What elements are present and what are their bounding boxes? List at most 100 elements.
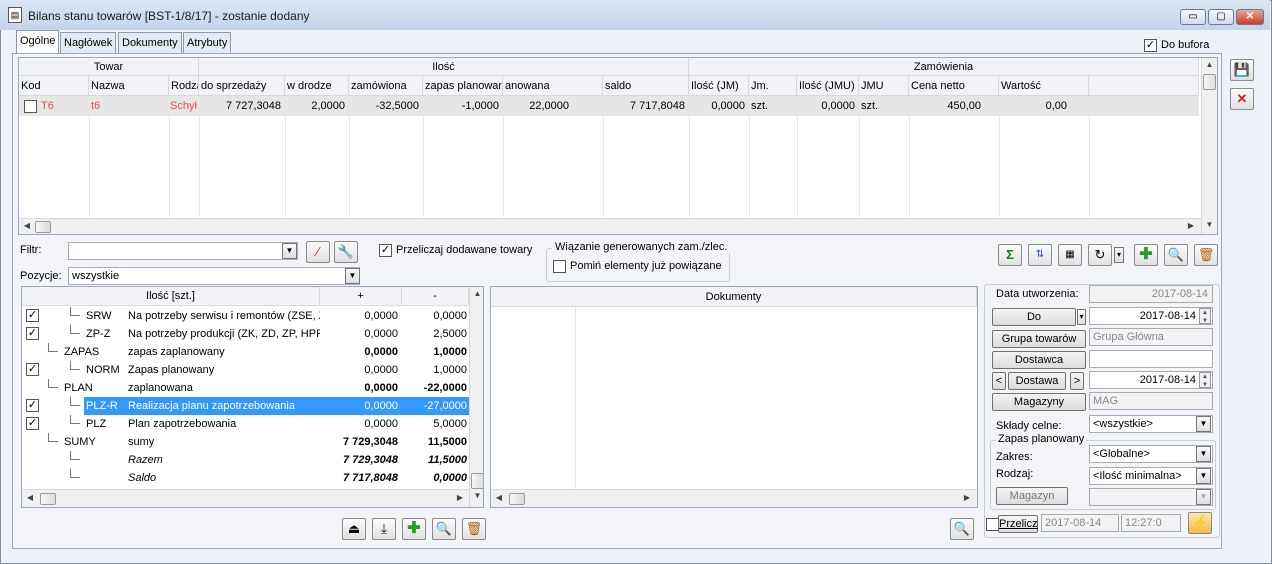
dostawa-prev-button[interactable]: < <box>992 372 1006 390</box>
search-icon[interactable]: 🔍 <box>432 518 456 540</box>
grid-vertical-scrollbar[interactable]: ▲ ▼ <box>1201 58 1217 234</box>
scroll-thumb[interactable] <box>35 221 51 233</box>
scroll-left-icon[interactable]: ◀ <box>21 221 33 233</box>
cancel-icon[interactable]: ✕ <box>1230 88 1254 110</box>
col-jmu[interactable]: JMU <box>859 76 909 96</box>
tree-row[interactable]: Razem 7 729,3048 11,5000 <box>22 451 469 469</box>
tree-row-checkbox[interactable]: ✓ <box>26 417 39 430</box>
dostawa-next-button[interactable]: > <box>1070 372 1084 390</box>
pomin-checkbox[interactable] <box>553 260 566 273</box>
scroll-thumb[interactable] <box>1203 74 1216 90</box>
tab-dokumenty[interactable]: Dokumenty <box>118 32 182 53</box>
tab-ogolne[interactable]: Ogólne <box>16 30 60 53</box>
chevron-down-icon[interactable]: ▼ <box>1196 416 1211 432</box>
search-icon[interactable]: 🔍 <box>950 518 974 540</box>
dostawca-field[interactable] <box>1089 350 1213 368</box>
tree-row[interactable]: ✓ PLZ Plan zapotrzebowania 0,0000 5,0000 <box>22 415 469 433</box>
grid-horizontal-scrollbar[interactable]: ◀ ▶ <box>19 218 1201 234</box>
chevron-down-icon[interactable]: ▼ <box>1196 446 1211 462</box>
tree-row[interactable]: ✓ ZP-Z Na potrzeby produkcji (ZK, ZD, ZP, … <box>22 325 469 343</box>
tree-row[interactable]: ✓ NORM Zapas planowany 0,0000 1,0000 <box>22 361 469 379</box>
scroll-thumb[interactable] <box>471 473 483 489</box>
tree-row[interactable]: PLAN zaplanowana 0,0000 -22,0000 <box>22 379 469 397</box>
col-do-sprzedazy[interactable]: do sprzedaży <box>199 76 285 96</box>
magazyny-button[interactable]: Magazyny <box>992 393 1086 411</box>
link-icon[interactable]: ↻ <box>1088 244 1112 266</box>
scroll-right-icon[interactable]: ▶ <box>1185 221 1197 233</box>
przeliczaj-checkbox[interactable]: ✓ <box>379 244 392 257</box>
tree-row-checkbox[interactable]: ✓ <box>26 399 39 412</box>
clear-filter-icon[interactable]: ⁄ <box>306 241 330 263</box>
col-cena-netto[interactable]: Cena netto <box>909 76 999 96</box>
chevron-down-icon[interactable]: ▾ <box>1114 247 1124 263</box>
tree-row-checkbox[interactable]: ✓ <box>26 363 39 376</box>
tree-row-checkbox[interactable]: ✓ <box>26 327 39 340</box>
chevron-down-icon[interactable]: ▼ <box>282 243 297 259</box>
chevron-down-icon[interactable]: ▼ <box>345 268 360 284</box>
col-zamowiona[interactable]: zamówiona <box>349 76 423 96</box>
sklady-celne-select[interactable]: <wszystkie> <box>1089 415 1213 433</box>
tree-row-checkbox[interactable]: ✓ <box>26 309 39 322</box>
filter-tool-icon[interactable]: 🔧 <box>334 241 358 263</box>
col-wartosc[interactable]: Wartość <box>999 76 1089 96</box>
tree-row[interactable]: Saldo 7 717,8048 0,0000 <box>22 469 469 487</box>
delete-icon[interactable]: 🗑 <box>462 518 486 540</box>
lightning-icon[interactable]: ⚡ <box>1188 512 1212 534</box>
zakres-select[interactable]: <Globalne> <box>1089 445 1213 463</box>
pozycje-select[interactable]: wszystkie <box>68 267 360 285</box>
close-button[interactable]: ✕ <box>1236 9 1264 25</box>
scroll-down-icon[interactable]: ▼ <box>470 491 483 503</box>
tree-vertical-scrollbar[interactable]: ▲ ▼ <box>469 287 483 507</box>
scroll-thumb[interactable] <box>509 493 525 505</box>
save-icon[interactable]: 💾 <box>1230 59 1254 81</box>
dostawa-date-field[interactable]: 2017-08-14 <box>1089 371 1213 389</box>
dostawa-button[interactable]: Dostawa <box>1008 372 1066 390</box>
col-zapas-planowany[interactable]: zapas planowan <box>423 76 503 96</box>
tree-row[interactable]: ZAPAS zapas zaplanowany 0,0000 1,0000 <box>22 343 469 361</box>
chevron-down-icon[interactable]: ▾ <box>1077 309 1086 325</box>
scroll-up-icon[interactable]: ▲ <box>470 289 483 301</box>
do-button[interactable]: Do <box>992 308 1076 326</box>
move-down-icon[interactable]: ⤓ <box>372 518 396 540</box>
filtr-input[interactable] <box>68 242 298 260</box>
magazyn-button[interactable]: Magazyn <box>996 487 1068 505</box>
scroll-up-icon[interactable]: ▲ <box>1202 60 1217 72</box>
col-nazwa[interactable]: Nazwa <box>89 76 169 96</box>
move-up-icon[interactable]: ⏏ <box>342 518 366 540</box>
minimize-button[interactable]: ▭ <box>1180 9 1206 25</box>
tree-horizontal-scrollbar[interactable]: ◀ ▶ <box>22 489 469 507</box>
tab-atrybuty[interactable]: Atrybuty <box>183 32 232 53</box>
scroll-right-icon[interactable]: ▶ <box>454 493 466 505</box>
grupa-towarow-button[interactable]: Grupa towarów <box>992 330 1086 348</box>
scroll-down-icon[interactable]: ▼ <box>1202 220 1217 232</box>
delete-icon[interactable]: 🗑 <box>1194 244 1218 266</box>
maximize-button[interactable]: ▢ <box>1208 9 1234 25</box>
date-spin-icon[interactable]: ▲ ▼ <box>1199 372 1211 388</box>
col-rodzaj[interactable]: Rodza <box>169 76 199 96</box>
row-checkbox[interactable] <box>24 100 37 113</box>
tree-row[interactable]: ✓ PLZ-R Realizacja planu zapotrzebowania 0,… <box>22 397 469 415</box>
sum-icon[interactable]: Σ <box>998 244 1022 266</box>
add-icon[interactable]: ✚ <box>402 518 426 540</box>
dostawca-button[interactable]: Dostawca <box>992 351 1086 369</box>
scroll-left-icon[interactable]: ◀ <box>24 493 36 505</box>
date-spin-icon[interactable]: ▲ ▼ <box>1199 308 1211 324</box>
do-bufora-checkbox[interactable]: ✓ <box>1144 39 1157 52</box>
col-ilosc-jmu[interactable]: Ilość (JMU) <box>797 76 859 96</box>
scroll-thumb[interactable] <box>40 493 56 505</box>
col-kod[interactable]: Kod <box>19 76 89 96</box>
col-ilosc-jm[interactable]: Ilość (JM) <box>689 76 749 96</box>
tree-row[interactable]: SUMY sumy 7 729,3048 11,5000 <box>22 433 469 451</box>
rodzaj-select[interactable]: <Ilość minimalna> <box>1089 467 1213 485</box>
add-icon[interactable]: ✚ <box>1134 244 1158 266</box>
tab-naglowek[interactable]: Nagłówek <box>60 32 117 53</box>
col-planowana[interactable]: anowana <box>503 76 603 96</box>
scroll-right-icon[interactable]: ▶ <box>961 493 973 505</box>
col-jm[interactable]: Jm. <box>749 76 797 96</box>
tree-row[interactable]: ✓ SRW Na potrzeby serwisu i remontów (ZSE,… <box>22 307 469 325</box>
przelicz-button[interactable]: Przelicz <box>998 515 1038 533</box>
do-date-field[interactable]: 2017-08-14 <box>1089 307 1213 325</box>
documents-horizontal-scrollbar[interactable]: ◀ ▶ <box>491 489 977 507</box>
scroll-left-icon[interactable]: ◀ <box>493 493 505 505</box>
sort-icon[interactable]: ⇅ <box>1028 244 1052 266</box>
